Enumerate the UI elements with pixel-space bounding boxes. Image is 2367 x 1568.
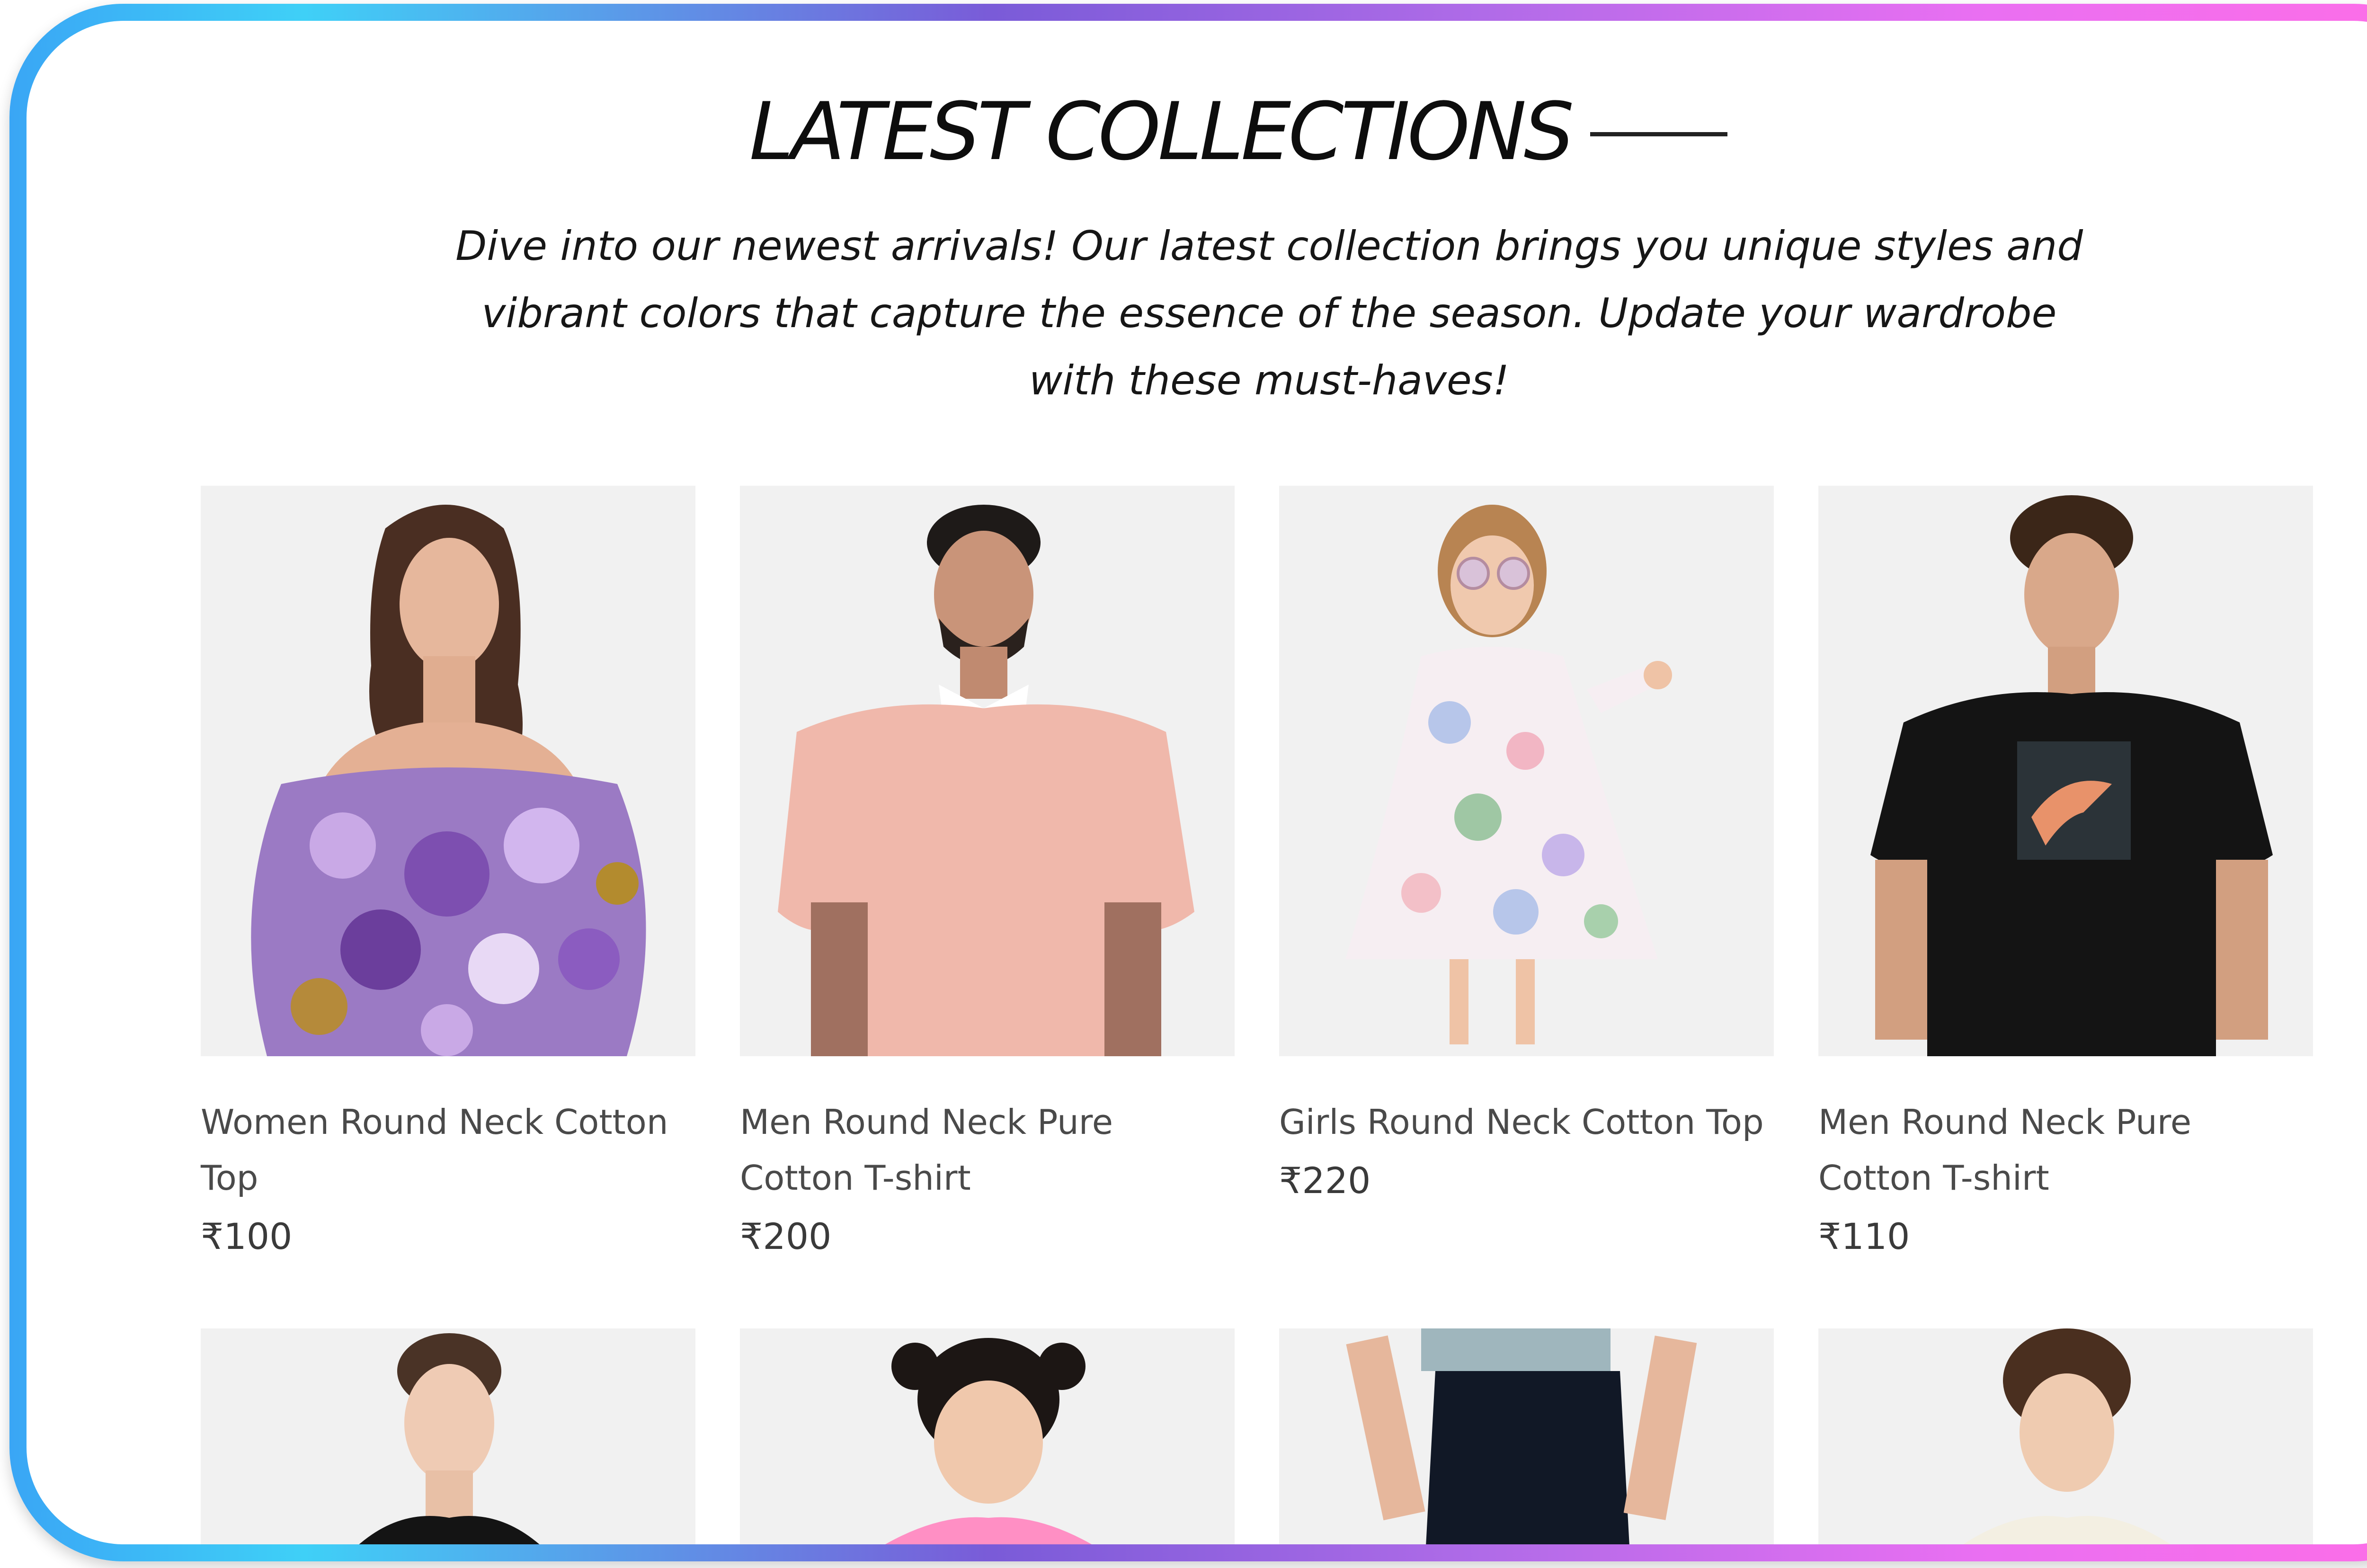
product-image[interactable] — [740, 1328, 1235, 1544]
product-card[interactable]: Girls Round Neck Cotton Top ₹220 — [1279, 486, 1774, 1257]
title-underline — [1590, 132, 1728, 136]
product-name[interactable]: Women Round Neck Cotton Top — [201, 1094, 695, 1206]
product-price: ₹220 — [1279, 1159, 1371, 1202]
product-name[interactable]: Girls Round Neck Cotton Top — [1279, 1094, 1774, 1150]
window-frame: LATEST COLLECTIONS Dive into our newest … — [9, 4, 2367, 1561]
product-card[interactable]: Women Round Neck Cotton Top ₹100 — [201, 486, 695, 1257]
page-content: LATEST COLLECTIONS Dive into our newest … — [27, 21, 2367, 1544]
product-card[interactable]: Men Round Neck Pure Cotton T-shirt ₹110 — [1818, 486, 2313, 1257]
product-image[interactable] — [1818, 486, 2313, 1056]
product-price: ₹100 — [201, 1215, 293, 1257]
product-image[interactable] — [740, 486, 1235, 1056]
product-grid: Women Round Neck Cotton Top ₹100 Men Rou… — [201, 486, 2313, 1544]
product-name[interactable]: Men Round Neck Pure Cotton T-shirt — [740, 1094, 1235, 1206]
product-card[interactable] — [1279, 1328, 1774, 1544]
product-price: ₹110 — [1818, 1215, 1910, 1257]
product-image[interactable] — [1279, 486, 1774, 1056]
product-image[interactable] — [201, 1328, 695, 1544]
product-card[interactable]: Men Round Neck Pure Cotton T-shirt ₹200 — [740, 486, 1235, 1257]
section-header: LATEST COLLECTIONS — [27, 92, 2367, 171]
section-subtitle: Dive into our newest arrivals! Our lates… — [455, 223, 2083, 404]
product-price: ₹200 — [740, 1215, 832, 1257]
product-name[interactable]: Men Round Neck Pure Cotton T-shirt — [1818, 1094, 2313, 1206]
product-image[interactable] — [201, 486, 695, 1056]
section-title: LATEST COLLECTIONS — [749, 85, 1575, 178]
product-card[interactable] — [201, 1328, 695, 1544]
product-image[interactable] — [1818, 1328, 2313, 1544]
product-image[interactable] — [1279, 1328, 1774, 1544]
product-card[interactable] — [740, 1328, 1235, 1544]
product-card[interactable] — [1818, 1328, 2313, 1544]
